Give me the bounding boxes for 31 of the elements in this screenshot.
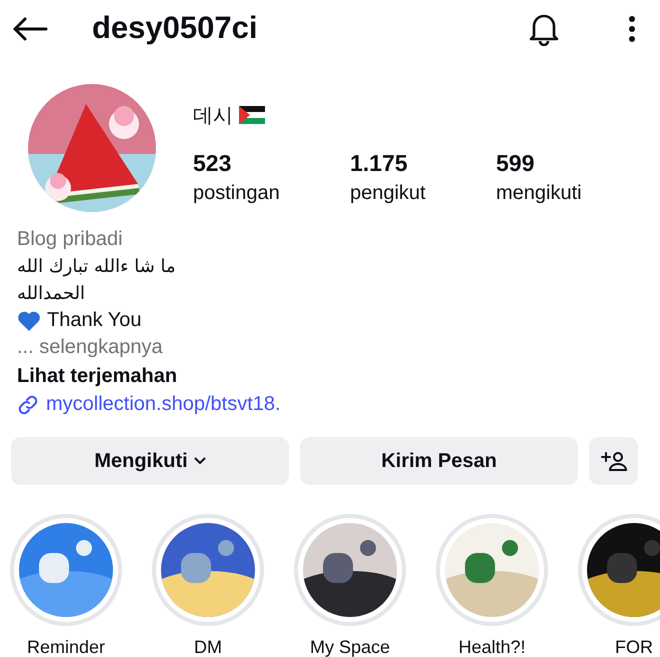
profile-category: Blog pribadi	[17, 227, 123, 252]
website-link[interactable]: mycollection.shop/btsvt18.	[46, 391, 281, 418]
heart-icon	[17, 310, 41, 332]
see-more-link[interactable]: ... selengkapnya	[17, 334, 163, 361]
add-person-icon	[600, 451, 626, 471]
notification-bell-icon[interactable]	[528, 12, 560, 46]
more-options-icon[interactable]	[628, 14, 636, 42]
translate-link[interactable]: Lihat terjemahan	[17, 363, 178, 390]
highlight-label[interactable]: Reminder	[26, 634, 106, 657]
display-name: 데시	[193, 102, 233, 129]
stat-label[interactable]: postingan	[193, 178, 350, 208]
add-friend-button[interactable]	[589, 437, 638, 485]
highlight-label[interactable]: My Space	[310, 634, 390, 657]
highlight-label[interactable]: FOR	[615, 634, 653, 657]
message-button[interactable]: Kirim Pesan	[300, 437, 578, 485]
stat-count[interactable]: 523	[193, 148, 350, 178]
back-arrow-icon[interactable]	[12, 16, 48, 40]
stat-label[interactable]: pengikut	[350, 178, 496, 208]
highlight-label[interactable]: DM	[194, 634, 222, 657]
highlight-label[interactable]: Health?!	[458, 634, 526, 657]
link-icon	[17, 394, 39, 416]
chevron-down-icon	[194, 457, 206, 465]
stat-label[interactable]: mengikuti	[496, 178, 616, 208]
bio-text: ما شا ءالله تبارك الله	[17, 255, 176, 279]
following-button[interactable]: Mengikuti	[11, 437, 289, 485]
stat-count[interactable]: 599	[496, 148, 616, 178]
bio-text: الحمدالله	[17, 282, 86, 306]
flag-icon	[239, 106, 265, 124]
bio-text: Thank You	[47, 308, 142, 333]
profile-username: desy0507ci	[92, 9, 258, 48]
stat-count[interactable]: 1.175	[350, 148, 496, 178]
